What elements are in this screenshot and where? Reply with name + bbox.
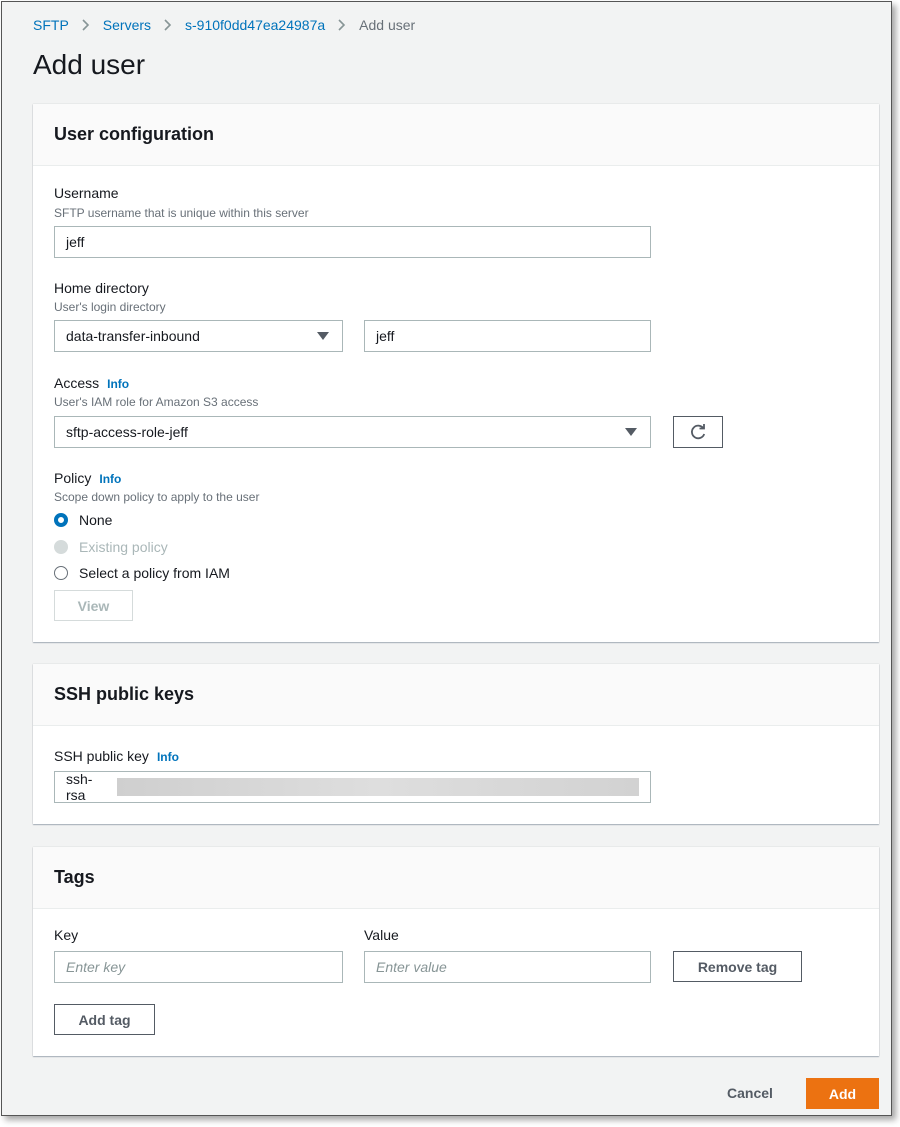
tag-key-input[interactable]: Enter key xyxy=(54,951,343,983)
policy-label-row: Policy Info xyxy=(54,470,121,486)
tag-value-placeholder: Enter value xyxy=(376,959,447,975)
ssh-key-info-link[interactable]: Info xyxy=(157,750,179,764)
home-path-value: jeff xyxy=(376,328,395,344)
radio-unchecked[interactable] xyxy=(54,566,68,580)
policy-info-link[interactable]: Info xyxy=(99,472,121,486)
home-bucket-select[interactable]: data-transfer-inbound xyxy=(54,320,343,352)
breadcrumb-server-id[interactable]: s-910f0dd47ea24987a xyxy=(185,17,325,33)
panel-title: Tags xyxy=(54,867,95,887)
refresh-icon xyxy=(691,424,706,440)
username-description: SFTP username that is unique within this… xyxy=(54,206,309,220)
radio-disabled xyxy=(54,540,68,554)
radio-checked[interactable] xyxy=(54,513,68,527)
tag-value-input[interactable]: Enter value xyxy=(364,951,651,983)
chevron-right-icon xyxy=(338,19,346,31)
policy-option-existing: Existing policy xyxy=(54,539,168,555)
radio-label: None xyxy=(79,512,113,528)
home-bucket-value: data-transfer-inbound xyxy=(66,328,200,344)
radio-label: Select a policy from IAM xyxy=(79,565,230,581)
cancel-button[interactable]: Cancel xyxy=(727,1085,773,1101)
username-value: jeff xyxy=(66,234,85,250)
username-label: Username xyxy=(54,185,119,201)
chevron-right-icon xyxy=(82,19,90,31)
radio-label: Existing policy xyxy=(79,539,168,555)
window-frame: SFTP Servers s-910f0dd47ea24987a Add use… xyxy=(1,1,892,1116)
iam-role-select[interactable]: sftp-access-role-jeff xyxy=(54,416,651,448)
panel-header: User configuration xyxy=(33,104,879,166)
breadcrumb-servers[interactable]: Servers xyxy=(103,17,151,33)
policy-option-none[interactable]: None xyxy=(54,512,112,528)
chevron-right-icon xyxy=(164,19,172,31)
add-tag-button[interactable]: Add tag xyxy=(54,1004,155,1035)
iam-role-value: sftp-access-role-jeff xyxy=(66,424,188,440)
view-policy-button: View xyxy=(54,590,133,621)
panel-header: Tags xyxy=(33,847,879,909)
user-configuration-panel: User configuration Username SFTP usernam… xyxy=(33,104,879,642)
tags-panel: Tags Key Value Enter key Enter value Rem… xyxy=(33,847,879,1056)
caret-down-icon xyxy=(317,332,329,340)
tag-key-label: Key xyxy=(54,927,79,943)
tag-key-placeholder: Enter key xyxy=(66,959,126,975)
access-description: User's IAM role for Amazon S3 access xyxy=(54,395,259,409)
policy-label: Policy xyxy=(54,470,92,486)
panel-title: SSH public keys xyxy=(54,684,195,704)
ssh-key-prefix: ssh-rsa xyxy=(66,771,93,803)
home-directory-label: Home directory xyxy=(54,280,149,296)
redacted-key-block xyxy=(117,778,639,796)
home-path-input[interactable]: jeff xyxy=(364,320,651,352)
remove-tag-button[interactable]: Remove tag xyxy=(673,951,802,982)
ssh-key-input[interactable]: ssh-rsa xyxy=(54,771,651,803)
ssh-key-label-row: SSH public key Info xyxy=(54,748,179,764)
ssh-keys-panel: SSH public keys SSH public key Info ssh-r… xyxy=(33,664,879,824)
page-title: Add user xyxy=(33,49,146,80)
caret-down-icon xyxy=(625,428,637,436)
breadcrumb-current: Add user xyxy=(359,17,416,33)
policy-description: Scope down policy to apply to the user xyxy=(54,490,260,504)
access-label-row: Access Info xyxy=(54,375,129,391)
access-info-link[interactable]: Info xyxy=(107,377,129,391)
home-directory-description: User's login directory xyxy=(54,300,166,314)
access-label: Access xyxy=(54,375,100,391)
panel-header: SSH public keys xyxy=(33,664,879,726)
refresh-roles-button[interactable] xyxy=(673,416,723,448)
panel-title: User configuration xyxy=(54,124,215,144)
breadcrumb: SFTP Servers s-910f0dd47ea24987a Add use… xyxy=(33,15,415,35)
tag-value-label: Value xyxy=(364,927,399,943)
breadcrumb-sftp[interactable]: SFTP xyxy=(33,17,69,33)
policy-option-iam[interactable]: Select a policy from IAM xyxy=(54,565,230,581)
add-user-button[interactable]: Add xyxy=(806,1078,879,1109)
username-input[interactable]: jeff xyxy=(54,226,651,258)
ssh-key-label: SSH public key xyxy=(54,748,149,764)
